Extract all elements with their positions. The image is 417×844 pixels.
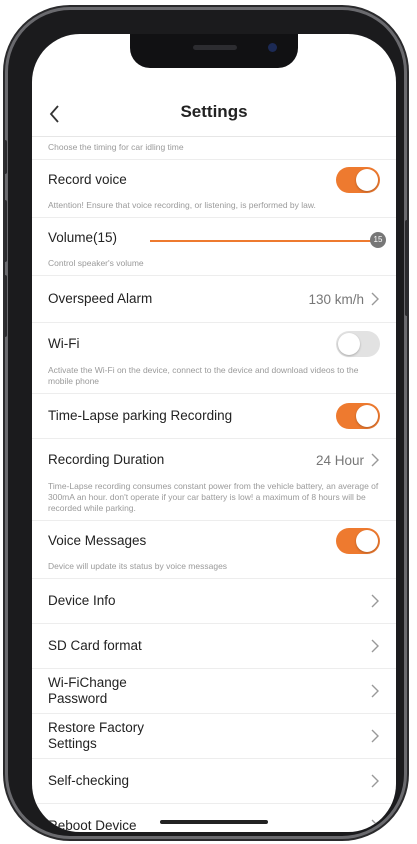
timelapse-row: Time-Lapse parking Recording bbox=[32, 394, 396, 439]
chevron-right-icon bbox=[371, 594, 379, 608]
volume-up-button bbox=[3, 200, 7, 262]
self-checking-label: Self-checking bbox=[48, 773, 130, 788]
device-info-row[interactable]: Device Info bbox=[32, 579, 396, 624]
volume-down-button bbox=[3, 275, 7, 337]
wifi-label: Wi-Fi bbox=[48, 336, 80, 351]
toggle-knob bbox=[356, 405, 378, 427]
chevron-right-icon bbox=[371, 774, 379, 788]
volume-label: Volume(15) bbox=[48, 230, 118, 245]
timelapse-note: Time-Lapse recording consumes constant p… bbox=[32, 481, 396, 521]
wifi-change-password-label: Wi-FiChange Password bbox=[48, 675, 370, 707]
volume-row: Volume(15) 15 bbox=[32, 218, 396, 258]
chevron-right-icon bbox=[371, 684, 379, 698]
wifi-row: Wi-Fi bbox=[32, 323, 396, 365]
power-button bbox=[405, 220, 409, 316]
chevron-right-icon bbox=[371, 292, 379, 306]
wifi-toggle[interactable] bbox=[336, 331, 380, 357]
voice-messages-note: Device will update its status by voice m… bbox=[32, 561, 396, 579]
timelapse-label: Time-Lapse parking Recording bbox=[48, 408, 233, 423]
toggle-knob bbox=[356, 169, 378, 191]
chevron-right-icon bbox=[371, 639, 379, 653]
restore-factory-row[interactable]: Restore Factory Settings bbox=[32, 714, 396, 759]
overspeed-alarm-value: 130 km/h bbox=[308, 291, 364, 307]
chevron-right-icon bbox=[371, 453, 379, 467]
front-camera bbox=[268, 43, 277, 52]
record-voice-toggle[interactable] bbox=[336, 167, 380, 193]
wifi-change-password-line1: Wi-FiChange bbox=[48, 675, 127, 690]
sd-format-label: SD Card format bbox=[48, 638, 142, 653]
restore-factory-label: Restore Factory Settings bbox=[48, 720, 370, 752]
record-voice-attention-note: Attention! Ensure that voice recording, … bbox=[32, 200, 396, 218]
restore-factory-line1: Restore Factory bbox=[48, 720, 145, 735]
wifi-note: Activate the Wi-Fi on the device, connec… bbox=[32, 365, 396, 394]
wifi-change-password-line2: Password bbox=[48, 691, 108, 706]
settings-list: Choose the timing for car idling time Re… bbox=[32, 136, 396, 832]
overspeed-alarm-label: Overspeed Alarm bbox=[48, 291, 153, 306]
record-voice-label: Record voice bbox=[48, 172, 127, 187]
recording-duration-label: Recording Duration bbox=[48, 452, 165, 467]
timelapse-toggle[interactable] bbox=[336, 403, 380, 429]
record-voice-row: Record voice bbox=[32, 160, 396, 200]
volume-slider-thumb[interactable]: 15 bbox=[370, 232, 386, 248]
phone-frame: Settings Choose the timing for car idlin… bbox=[3, 10, 409, 836]
voice-messages-toggle[interactable] bbox=[336, 528, 380, 554]
volume-slider-track[interactable] bbox=[150, 240, 378, 242]
recording-duration-value: 24 Hour bbox=[315, 452, 364, 468]
page-title: Settings bbox=[180, 102, 248, 121]
recording-duration-row[interactable]: Recording Duration 24 Hour bbox=[32, 439, 396, 481]
device-info-label: Device Info bbox=[48, 593, 116, 608]
voice-messages-row: Voice Messages bbox=[32, 521, 396, 561]
chevron-right-icon bbox=[371, 729, 379, 743]
reboot-device-row[interactable]: Reboot Device bbox=[32, 804, 396, 832]
chevron-right-icon bbox=[371, 819, 379, 832]
self-checking-row[interactable]: Self-checking bbox=[32, 759, 396, 804]
phone-screen: Settings Choose the timing for car idlin… bbox=[32, 34, 396, 832]
home-indicator[interactable] bbox=[160, 820, 268, 824]
toggle-knob bbox=[356, 530, 378, 552]
earpiece-speaker bbox=[193, 45, 237, 50]
nav-bar: Settings bbox=[32, 92, 396, 137]
volume-note: Control speaker's volume bbox=[32, 258, 396, 276]
overspeed-alarm-row[interactable]: Overspeed Alarm 130 km/h bbox=[32, 276, 396, 323]
sd-format-row[interactable]: SD Card format bbox=[32, 624, 396, 669]
wifi-change-password-row[interactable]: Wi-FiChange Password bbox=[32, 669, 396, 714]
restore-factory-line2: Settings bbox=[48, 736, 97, 751]
mute-switch bbox=[3, 140, 7, 174]
voice-messages-label: Voice Messages bbox=[48, 533, 147, 548]
idling-note: Choose the timing for car idling time bbox=[32, 136, 396, 160]
notch bbox=[130, 34, 298, 68]
toggle-knob bbox=[338, 333, 360, 355]
